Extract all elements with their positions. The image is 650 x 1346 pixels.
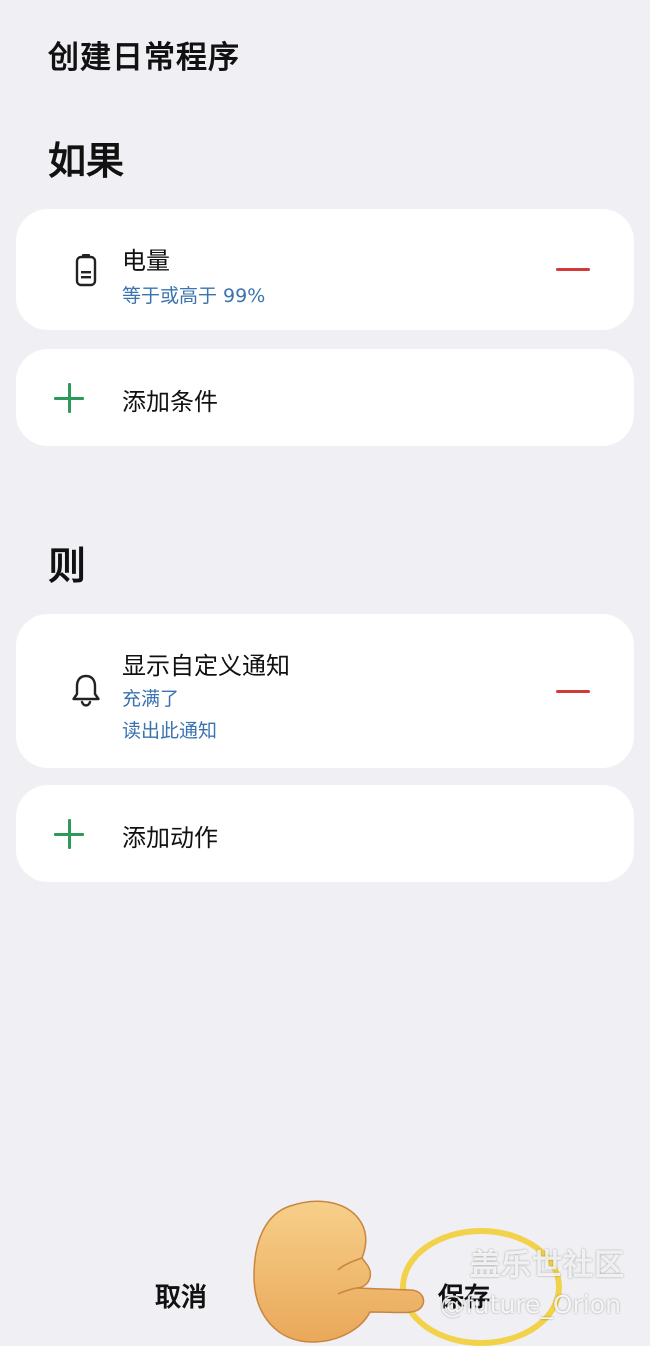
pointing-hand-icon: [253, 1200, 425, 1343]
if-section-heading: 如果: [48, 139, 125, 183]
action-detail-message: 充满了: [122, 688, 180, 710]
battery-icon: [68, 252, 104, 288]
condition-detail: 等于或高于 99%: [122, 285, 266, 307]
watermark-title: 盖乐世社区: [470, 1248, 625, 1283]
plus-icon: [54, 819, 84, 849]
then-section-heading: 则: [48, 544, 87, 588]
condition-card-battery[interactable]: 电量 等于或高于 99%: [16, 209, 634, 330]
bell-icon: [68, 672, 104, 708]
remove-condition-button[interactable]: [542, 249, 604, 289]
minus-icon: [556, 268, 590, 271]
action-detail-read-aloud: 读出此通知: [122, 720, 218, 742]
add-condition-button[interactable]: 添加条件: [16, 349, 634, 446]
condition-title: 电量: [122, 247, 170, 275]
cancel-button[interactable]: 取消: [155, 1277, 207, 1314]
add-action-label: 添加动作: [122, 824, 218, 852]
add-action-button[interactable]: 添加动作: [16, 785, 634, 882]
minus-icon: [556, 690, 590, 693]
remove-action-button[interactable]: [542, 671, 604, 711]
watermark-handle: @future_Orion: [440, 1290, 621, 1319]
action-title: 显示自定义通知: [122, 652, 290, 680]
plus-icon: [54, 383, 84, 413]
page-title: 创建日常程序: [48, 40, 240, 76]
add-condition-label: 添加条件: [122, 388, 218, 416]
action-card-notification[interactable]: 显示自定义通知 充满了 读出此通知: [16, 614, 634, 768]
